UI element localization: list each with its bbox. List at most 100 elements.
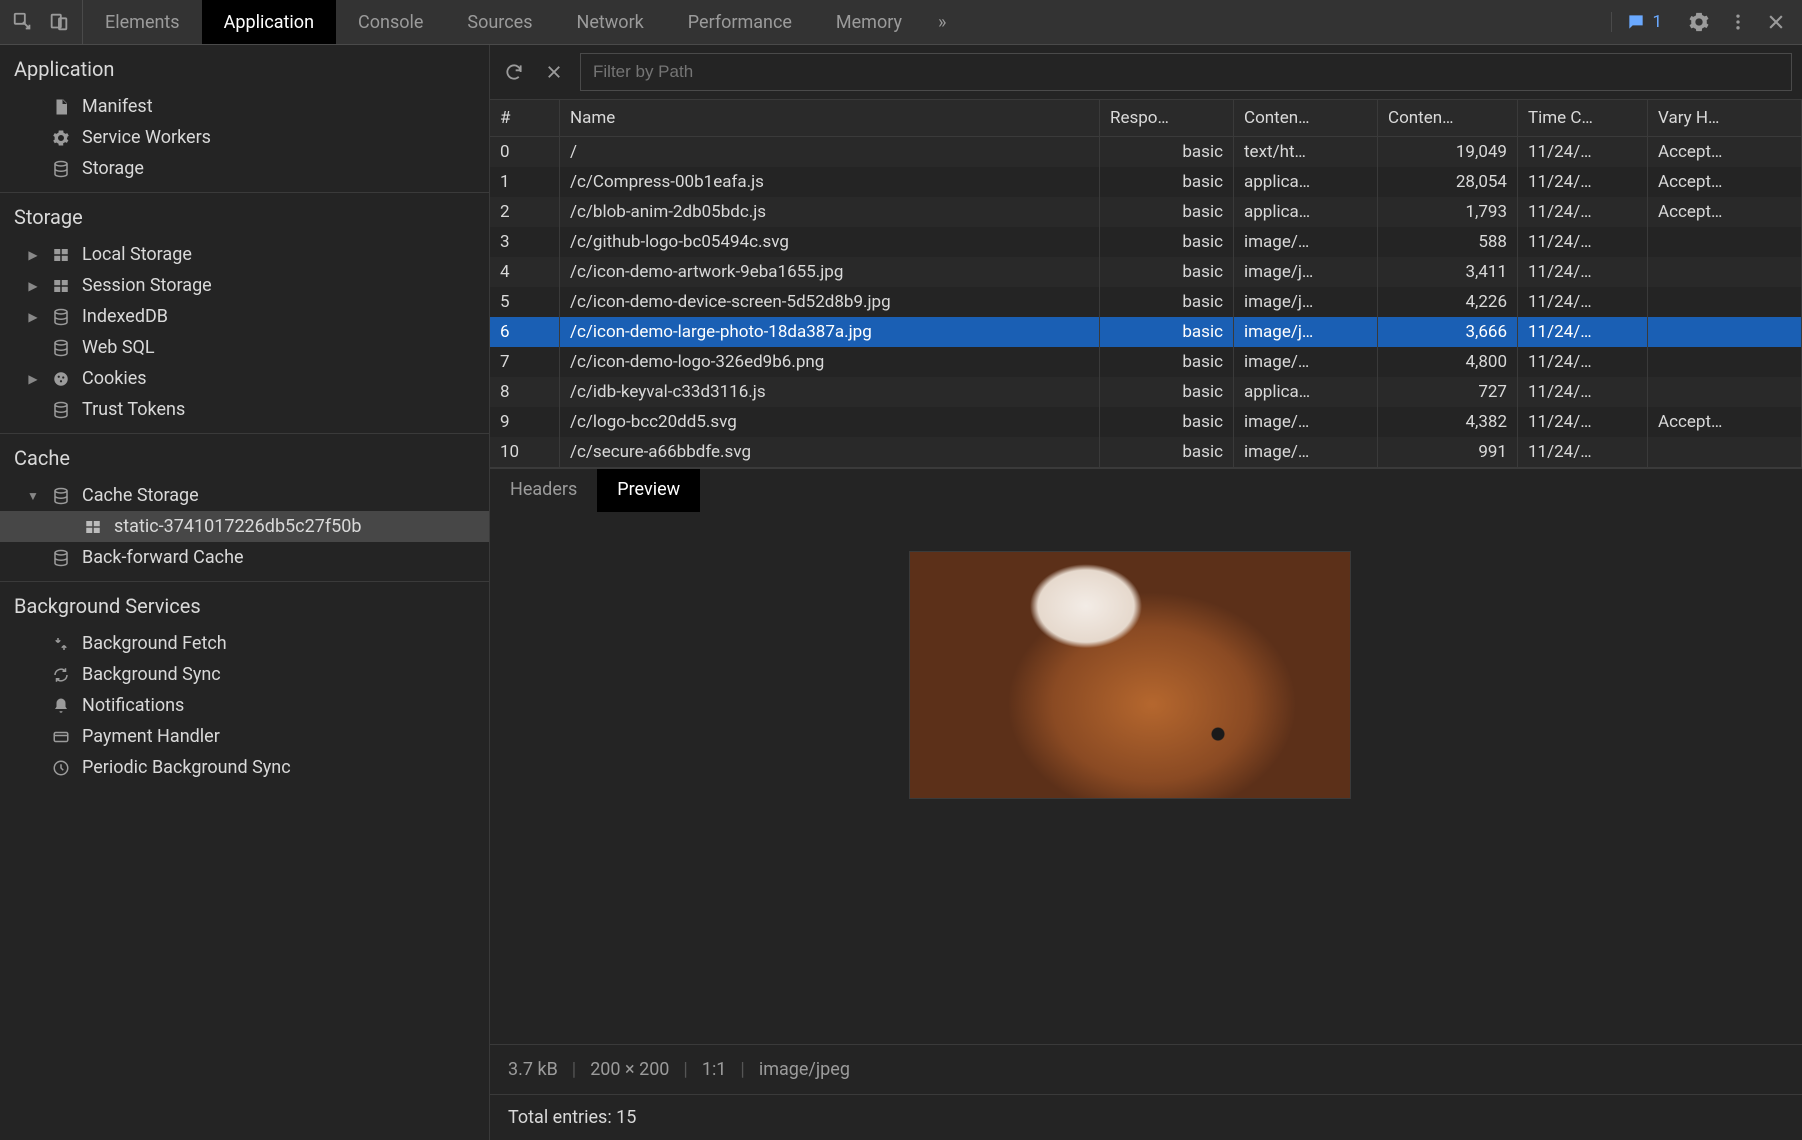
database-icon <box>50 308 72 326</box>
cell-vary <box>1648 347 1802 377</box>
cell-response: basic <box>1100 377 1234 407</box>
table-row[interactable]: 1/c/Compress-00b1eafa.jsbasicapplica…28,… <box>490 167 1802 197</box>
cell-vary: Accept… <box>1648 137 1802 167</box>
tab-performance[interactable]: Performance <box>666 0 814 44</box>
sidebar-item-storage[interactable]: ▶ Storage <box>0 153 489 184</box>
detail-tab-headers[interactable]: Headers <box>490 469 597 512</box>
cell-index: 2 <box>490 197 560 227</box>
content-pane: # Name Respo… Conten… Conten… Time C… Va… <box>490 45 1802 1140</box>
sidebar-item-manifest[interactable]: ▶ Manifest <box>0 91 489 122</box>
cell-name: /c/idb-keyval-c33d3116.js <box>560 377 1100 407</box>
cell-name: /c/github-logo-bc05494c.svg <box>560 227 1100 257</box>
database-icon <box>50 487 72 505</box>
total-entries: Total entries: 15 <box>490 1094 1802 1140</box>
messages-badge[interactable]: 1 <box>1611 12 1670 32</box>
tab-application[interactable]: Application <box>202 0 336 44</box>
sidebar-label: Notifications <box>82 695 184 716</box>
cell-response: basic <box>1100 167 1234 197</box>
cell-time: 11/24/… <box>1518 437 1648 467</box>
refresh-icon[interactable] <box>500 58 528 86</box>
col-header-response[interactable]: Respo… <box>1100 100 1234 136</box>
cell-vary: Accept… <box>1648 407 1802 437</box>
table-row[interactable]: 8/c/idb-keyval-c33d3116.jsbasicapplica…7… <box>490 377 1802 407</box>
inspect-icon[interactable] <box>12 11 34 33</box>
cell-vary <box>1648 287 1802 317</box>
col-header-index[interactable]: # <box>490 100 560 136</box>
filter-input[interactable] <box>580 53 1792 91</box>
cell-vary <box>1648 227 1802 257</box>
cell-content-type: image/… <box>1234 437 1378 467</box>
table-row[interactable]: 6/c/icon-demo-large-photo-18da387a.jpgba… <box>490 317 1802 347</box>
cell-content-length: 19,049 <box>1378 137 1518 167</box>
sidebar-label: Background Sync <box>82 664 221 685</box>
cell-index: 6 <box>490 317 560 347</box>
detail-tab-preview[interactable]: Preview <box>597 469 700 512</box>
settings-icon[interactable] <box>1688 11 1710 33</box>
close-icon[interactable] <box>1766 12 1786 32</box>
sidebar-item-notifications[interactable]: ▶ Notifications <box>0 690 489 721</box>
sidebar-item-websql[interactable]: ▶ Web SQL <box>0 332 489 363</box>
tab-elements[interactable]: Elements <box>83 0 202 44</box>
cell-content-type: image/j… <box>1234 317 1378 347</box>
table-row[interactable]: 5/c/icon-demo-device-screen-5d52d8b9.jpg… <box>490 287 1802 317</box>
col-header-vary[interactable]: Vary H… <box>1648 100 1802 136</box>
col-header-content-length[interactable]: Conten… <box>1378 100 1518 136</box>
cell-time: 11/24/… <box>1518 407 1648 437</box>
section-header-cache: Cache <box>0 434 489 480</box>
cell-vary <box>1648 437 1802 467</box>
clear-icon[interactable] <box>540 58 568 86</box>
more-tabs-icon[interactable]: » <box>924 12 960 33</box>
cell-index: 0 <box>490 137 560 167</box>
cell-content-type: applica… <box>1234 197 1378 227</box>
cell-content-type: image/… <box>1234 347 1378 377</box>
sidebar-item-payment-handler[interactable]: ▶ Payment Handler <box>0 721 489 752</box>
cell-index: 9 <box>490 407 560 437</box>
device-toolbar-icon[interactable] <box>48 11 70 33</box>
sidebar-item-session-storage[interactable]: ▶ Session Storage <box>0 270 489 301</box>
sidebar-label: Web SQL <box>82 337 155 358</box>
table-row[interactable]: 2/c/blob-anim-2db05bdc.jsbasicapplica…1,… <box>490 197 1802 227</box>
sidebar-item-bg-fetch[interactable]: ▶ Background Fetch <box>0 628 489 659</box>
sidebar-item-bg-sync[interactable]: ▶ Background Sync <box>0 659 489 690</box>
clock-icon <box>50 759 72 777</box>
sidebar-item-service-workers[interactable]: ▶ Service Workers <box>0 122 489 153</box>
cell-response: basic <box>1100 257 1234 287</box>
tab-memory[interactable]: Memory <box>814 0 924 44</box>
table-row[interactable]: 7/c/icon-demo-logo-326ed9b6.pngbasicimag… <box>490 347 1802 377</box>
table-row[interactable]: 9/c/logo-bcc20dd5.svgbasicimage/…4,38211… <box>490 407 1802 437</box>
sidebar-item-indexeddb[interactable]: ▶ IndexedDB <box>0 301 489 332</box>
sidebar-item-cache-entry[interactable]: static-3741017226db5c27f50b <box>0 511 489 542</box>
status-mime: image/jpeg <box>759 1059 850 1080</box>
tab-sources[interactable]: Sources <box>445 0 554 44</box>
tab-network[interactable]: Network <box>555 0 666 44</box>
col-header-name[interactable]: Name <box>560 100 1100 136</box>
sidebar-item-backforward-cache[interactable]: ▶ Back-forward Cache <box>0 542 489 573</box>
sidebar-label: Background Fetch <box>82 633 227 654</box>
cell-name: /c/icon-demo-device-screen-5d52d8b9.jpg <box>560 287 1100 317</box>
sidebar-label: Back-forward Cache <box>82 547 244 568</box>
sidebar-item-cache-storage[interactable]: ▼ Cache Storage <box>0 480 489 511</box>
cell-index: 5 <box>490 287 560 317</box>
tab-console[interactable]: Console <box>336 0 445 44</box>
cell-content-length: 4,800 <box>1378 347 1518 377</box>
col-header-content-type[interactable]: Conten… <box>1234 100 1378 136</box>
table-row[interactable]: 3/c/github-logo-bc05494c.svgbasicimage/…… <box>490 227 1802 257</box>
table-row[interactable]: 10/c/secure-a66bbdfe.svgbasicimage/…9911… <box>490 437 1802 467</box>
cell-name: /c/icon-demo-large-photo-18da387a.jpg <box>560 317 1100 347</box>
col-header-time-cached[interactable]: Time C… <box>1518 100 1648 136</box>
cell-vary: Accept… <box>1648 167 1802 197</box>
kebab-menu-icon[interactable] <box>1728 12 1748 32</box>
cell-name: / <box>560 137 1100 167</box>
sidebar-item-local-storage[interactable]: ▶ Local Storage <box>0 239 489 270</box>
database-icon <box>50 339 72 357</box>
cell-content-length: 4,226 <box>1378 287 1518 317</box>
table-row[interactable]: 4/c/icon-demo-artwork-9eba1655.jpgbasici… <box>490 257 1802 287</box>
cell-response: basic <box>1100 407 1234 437</box>
cookie-icon <box>50 370 72 388</box>
sidebar-item-periodic-sync[interactable]: ▶ Periodic Background Sync <box>0 752 489 783</box>
sidebar-label: Trust Tokens <box>82 399 185 420</box>
sidebar-item-cookies[interactable]: ▶ Cookies <box>0 363 489 394</box>
sidebar-item-trust-tokens[interactable]: ▶ Trust Tokens <box>0 394 489 425</box>
table-header-row: # Name Respo… Conten… Conten… Time C… Va… <box>490 100 1802 137</box>
table-row[interactable]: 0/basictext/ht…19,04911/24/…Accept… <box>490 137 1802 167</box>
